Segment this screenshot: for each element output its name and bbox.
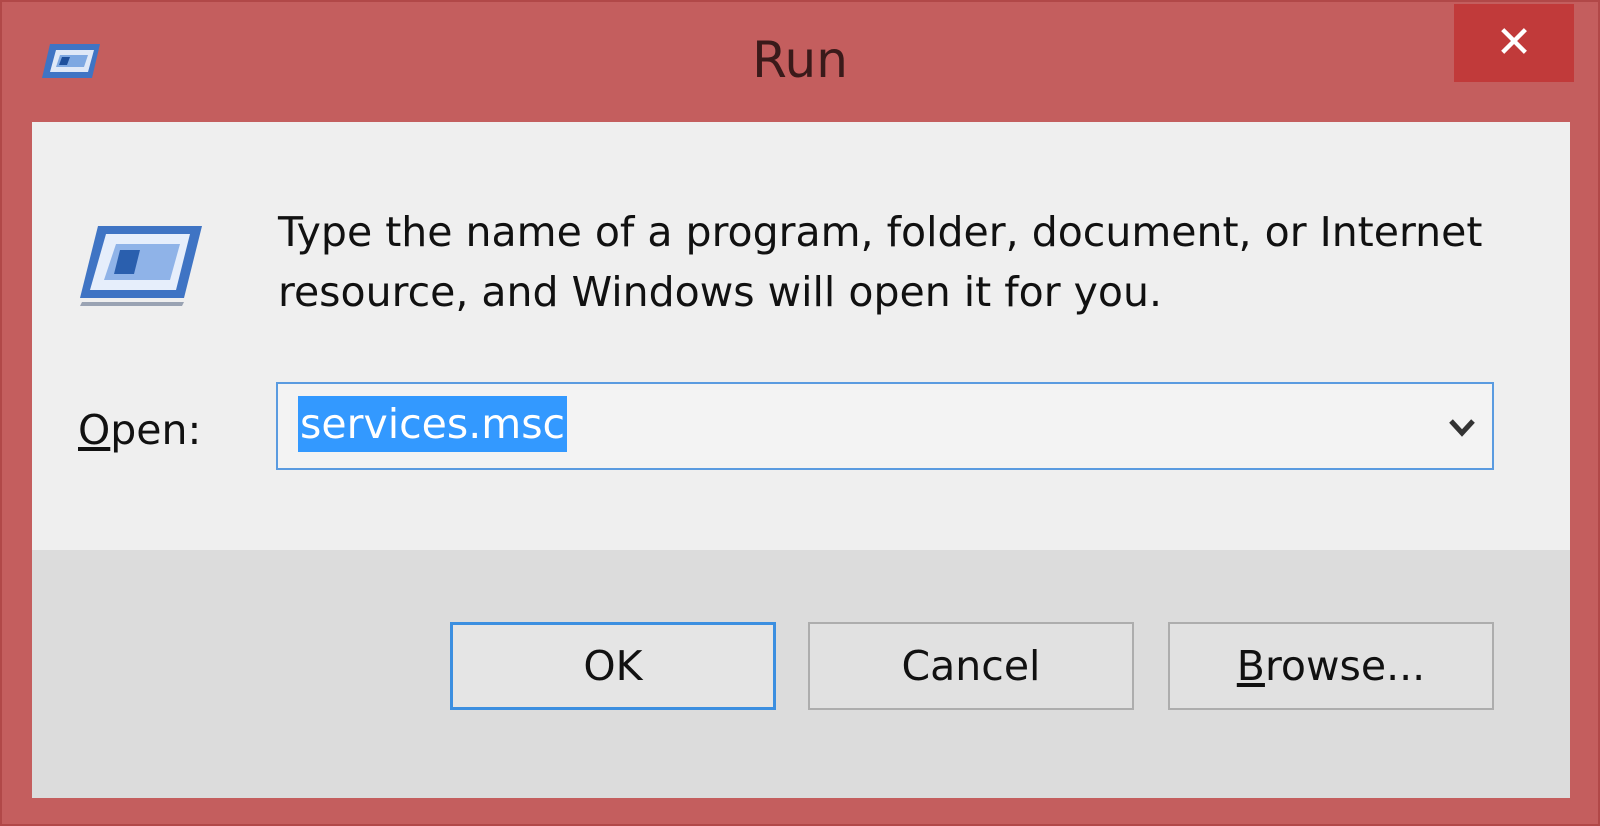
- cancel-button[interactable]: Cancel: [808, 622, 1134, 710]
- dialog-body: Type the name of a program, folder, docu…: [32, 122, 1570, 798]
- browse-button-label: rowse...: [1264, 642, 1426, 690]
- open-label-text: pen:: [110, 406, 202, 454]
- window-title: Run: [752, 31, 848, 89]
- content-area: Type the name of a program, folder, docu…: [32, 122, 1570, 560]
- open-label: Open:: [78, 400, 201, 460]
- close-button[interactable]: ✕: [1454, 4, 1574, 82]
- close-icon: ✕: [1495, 17, 1533, 68]
- button-bar: OK Cancel Browse...: [32, 550, 1570, 798]
- open-combobox[interactable]: services.msc: [276, 382, 1494, 470]
- open-input-value[interactable]: services.msc: [298, 396, 568, 452]
- chevron-down-icon[interactable]: [1446, 412, 1478, 442]
- cancel-button-label: Cancel: [901, 642, 1041, 690]
- ok-button[interactable]: OK: [450, 622, 776, 710]
- open-label-accelerator: O: [78, 406, 111, 454]
- browse-button-accelerator: B: [1236, 642, 1265, 690]
- title-bar[interactable]: Run ✕: [2, 2, 1598, 120]
- ok-button-label: OK: [583, 642, 643, 690]
- run-icon: [80, 226, 202, 306]
- description-text: Type the name of a program, folder, docu…: [278, 208, 1483, 316]
- browse-button[interactable]: Browse...: [1168, 622, 1494, 710]
- run-dialog-window: Run ✕ Type the name of a program, folder…: [0, 0, 1600, 826]
